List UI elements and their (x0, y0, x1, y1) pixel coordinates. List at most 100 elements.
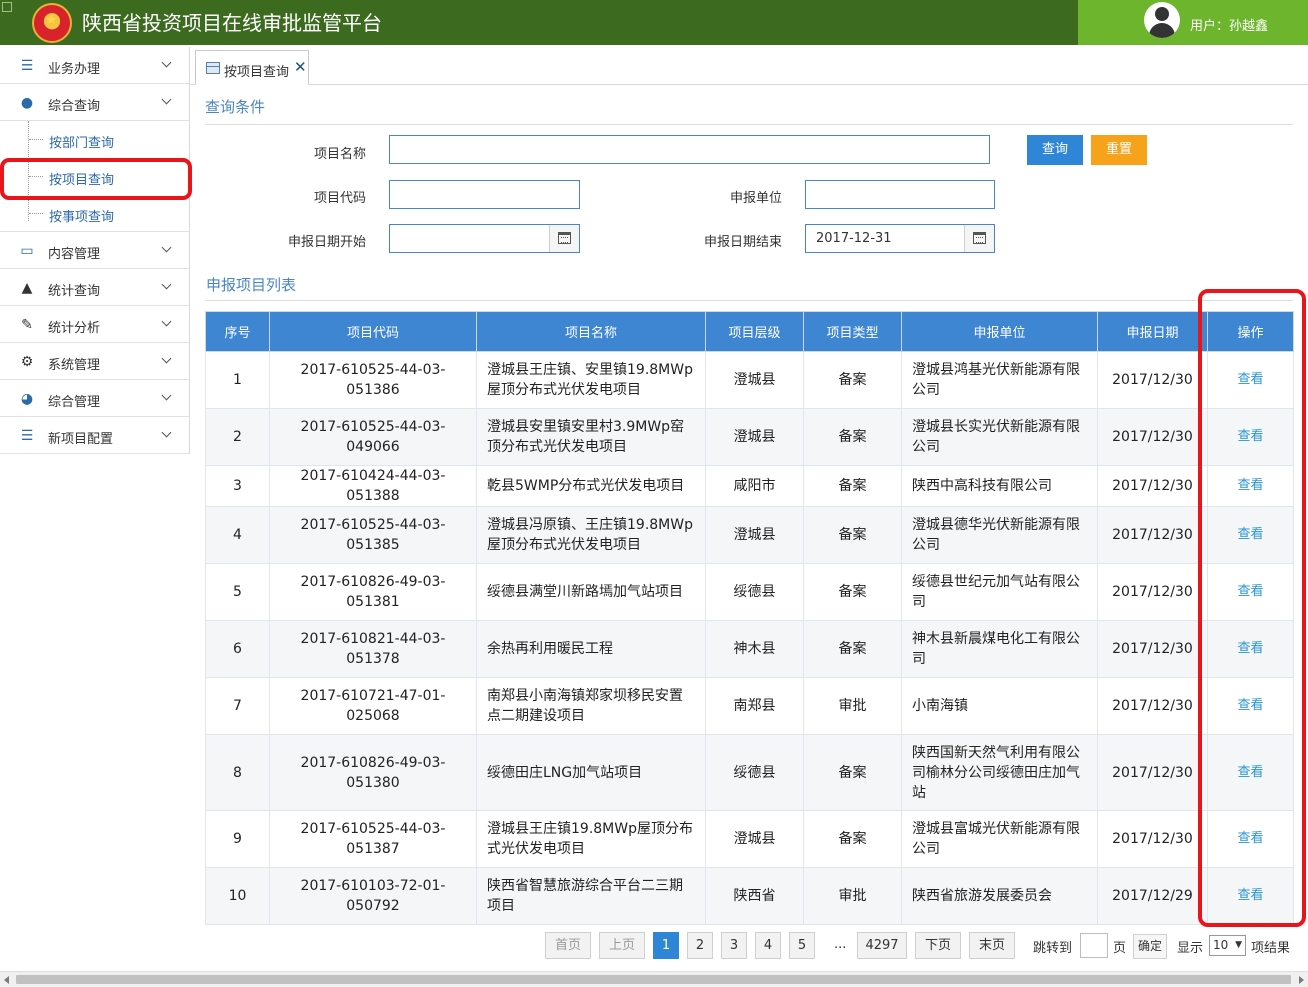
cell-project-code: 2017-610821-44-03-051378 (269, 620, 477, 678)
prev-page-button[interactable]: 上页 (599, 932, 645, 959)
bell-icon: ▲ (21, 280, 33, 296)
cell-index: 2 (205, 408, 270, 466)
next-page-button[interactable]: 下页 (915, 932, 961, 959)
scroll-right-icon[interactable] (1299, 976, 1304, 984)
cell-project-level: 陕西省 (705, 867, 804, 925)
project-code-input[interactable] (389, 180, 580, 209)
cell-applicant: 神木县新晨煤电化工有限公司 (901, 620, 1098, 678)
page-button-3[interactable]: 3 (721, 932, 747, 959)
user-avatar-icon[interactable] (1144, 2, 1180, 38)
table-row: 7 2017-610721-47-01-025068 南郑县小南海镇郑家坝移民安置点… (205, 677, 1294, 735)
sidebar-item-new-project-config[interactable]: ☰ 新项目配置 (0, 417, 189, 454)
project-name-input[interactable] (389, 135, 990, 164)
sidebar-subitem-by-matter[interactable]: 按事项查询 (0, 195, 189, 232)
cell-applicant: 澄城县德华光伏新能源有限公司 (901, 506, 1098, 564)
cell-applicant: 陕西国新天然气利用有限公司榆林分公司绥德田庄加气站 (901, 734, 1098, 811)
scrollbar-thumb[interactable] (16, 975, 1291, 984)
cell-date: 2017/12/30 (1097, 408, 1208, 466)
column-header: 序号 (205, 311, 270, 352)
close-icon[interactable]: ✕ (294, 58, 307, 76)
column-header: 项目层级 (705, 311, 804, 352)
cell-project-type: 备案 (803, 620, 902, 678)
cell-index: 10 (205, 867, 270, 925)
page-size-value: 10 (1213, 938, 1229, 952)
divider (205, 300, 1293, 301)
cell-applicant: 陕西中高科技有限公司 (901, 465, 1098, 507)
calendar-icon (973, 232, 986, 244)
cell-applicant: 澄城县鸿基光伏新能源有限公司 (901, 351, 1098, 409)
column-header: 申报单位 (901, 311, 1098, 352)
chevron-down-icon (161, 428, 173, 440)
cell-date: 2017/12/30 (1097, 351, 1208, 409)
national-emblem-logo (32, 3, 72, 43)
sidebar-item-comprehensive-manage[interactable]: ◕ 综合管理 (0, 380, 189, 417)
sidebar-item-content[interactable]: ▭ 内容管理 (0, 232, 189, 269)
table-header-row: 序号 项目代码 项目名称 项目层级 项目类型 申报单位 申报日期 操作 (205, 311, 1294, 352)
cell-project-code: 2017-610525-44-03-051386 (269, 351, 477, 409)
date-end-field[interactable]: 2017-12-31 (805, 224, 995, 253)
pagination-ellipsis: ... (834, 937, 847, 952)
user-area[interactable]: 用户：孙越鑫 (1078, 0, 1308, 45)
sidebar-item-business[interactable]: ☰ 业务办理 (0, 47, 189, 84)
page-button-2[interactable]: 2 (687, 932, 713, 959)
table-row: 5 2017-610826-49-03-051381 绥德县满堂川新路墕加气站项目绥… (205, 563, 1294, 621)
date-end-picker-button[interactable] (964, 225, 994, 252)
cell-project-code: 2017-610826-49-03-051381 (269, 563, 477, 621)
date-start-field[interactable] (389, 224, 580, 253)
show-label: 显示 (1177, 941, 1204, 956)
user-icon: ● (20, 95, 34, 111)
cell-project-name: 澄城县王庄镇、安里镇19.8MWp屋顶分布式光伏发电项目 (476, 351, 706, 409)
horizontal-scrollbar[interactable] (0, 971, 1308, 987)
cell-project-code: 2017-610525-44-03-051387 (269, 810, 477, 868)
goto-confirm-button[interactable]: 确定 (1133, 934, 1167, 959)
cell-index: 9 (205, 810, 270, 868)
page-button-5[interactable]: 5 (789, 932, 815, 959)
scroll-left-icon[interactable] (4, 976, 9, 984)
sidebar-item-label: 新项目配置 (48, 432, 114, 447)
cell-project-name: 绥德县满堂川新路墕加气站项目 (476, 563, 706, 621)
applicant-label: 申报单位 (729, 191, 782, 206)
sidebar-item-label: 内容管理 (48, 247, 101, 262)
cell-project-type: 备案 (803, 465, 902, 507)
goto-page-input[interactable] (1080, 933, 1108, 958)
last-page-button[interactable]: 末页 (969, 932, 1015, 959)
sidebar-item-system[interactable]: ⚙ 系统管理 (0, 343, 189, 380)
cell-project-type: 备案 (803, 563, 902, 621)
cell-project-code: 2017-610103-72-01-050792 (269, 867, 477, 925)
sidebar-item-comprehensive-query[interactable]: ● 综合查询 (0, 84, 189, 121)
table-row: 3 2017-610424-44-03-051388 乾县5WMP分布式光伏发电项目… (205, 465, 1294, 507)
sidebar-subitem-by-department[interactable]: 按部门查询 (0, 121, 189, 158)
highlight-box-left (0, 158, 192, 200)
sidebar: ☰ 业务办理 ● 综合查询 按部门查询 按项目查询 按事项查询 ▭ 内容管理 ▲… (0, 47, 190, 454)
cell-date: 2017/12/30 (1097, 506, 1208, 564)
cell-project-level: 绥德县 (705, 563, 804, 621)
chevron-down-icon (161, 280, 173, 292)
page-size-select[interactable]: 10 (1209, 935, 1246, 956)
user-label[interactable]: 用户：孙越鑫 (1190, 15, 1268, 34)
cell-project-level: 澄城县 (705, 506, 804, 564)
cell-index: 8 (205, 734, 270, 811)
tab-by-project[interactable]: 按项目查询 ✕ (195, 50, 309, 85)
applicant-input[interactable] (805, 180, 995, 209)
cell-project-code: 2017-610525-44-03-049066 (269, 408, 477, 466)
sidebar-item-stat-query[interactable]: ▲ 统计查询 (0, 269, 189, 306)
chevron-down-icon (161, 58, 173, 70)
sidebar-item-label: 综合管理 (48, 395, 101, 410)
gear-icon: ⚙ (20, 354, 34, 370)
cell-project-level: 咸阳市 (705, 465, 804, 507)
list-section-title: 申报项目列表 (206, 276, 297, 294)
query-button[interactable]: 查询 (1027, 135, 1083, 165)
date-start-picker-button[interactable] (549, 225, 579, 252)
reset-button[interactable]: 重置 (1091, 135, 1147, 165)
first-page-button[interactable]: 首页 (545, 932, 591, 959)
sidebar-item-stat-analysis[interactable]: ✎ 统计分析 (0, 306, 189, 343)
cell-index: 3 (205, 465, 270, 507)
date-start-label: 申报日期开始 (287, 235, 366, 250)
goto-label: 跳转到 (1033, 941, 1073, 956)
cell-project-name: 余热再利用暖民工程 (476, 620, 706, 678)
page-button-1[interactable]: 1 (653, 932, 679, 959)
cell-project-name: 澄城县王庄镇19.8MWp屋顶分布式光伏发电项目 (476, 810, 706, 868)
column-header: 项目代码 (269, 311, 477, 352)
page-button-4[interactable]: 4 (755, 932, 781, 959)
page-button-last-number[interactable]: 4297 (857, 932, 907, 959)
